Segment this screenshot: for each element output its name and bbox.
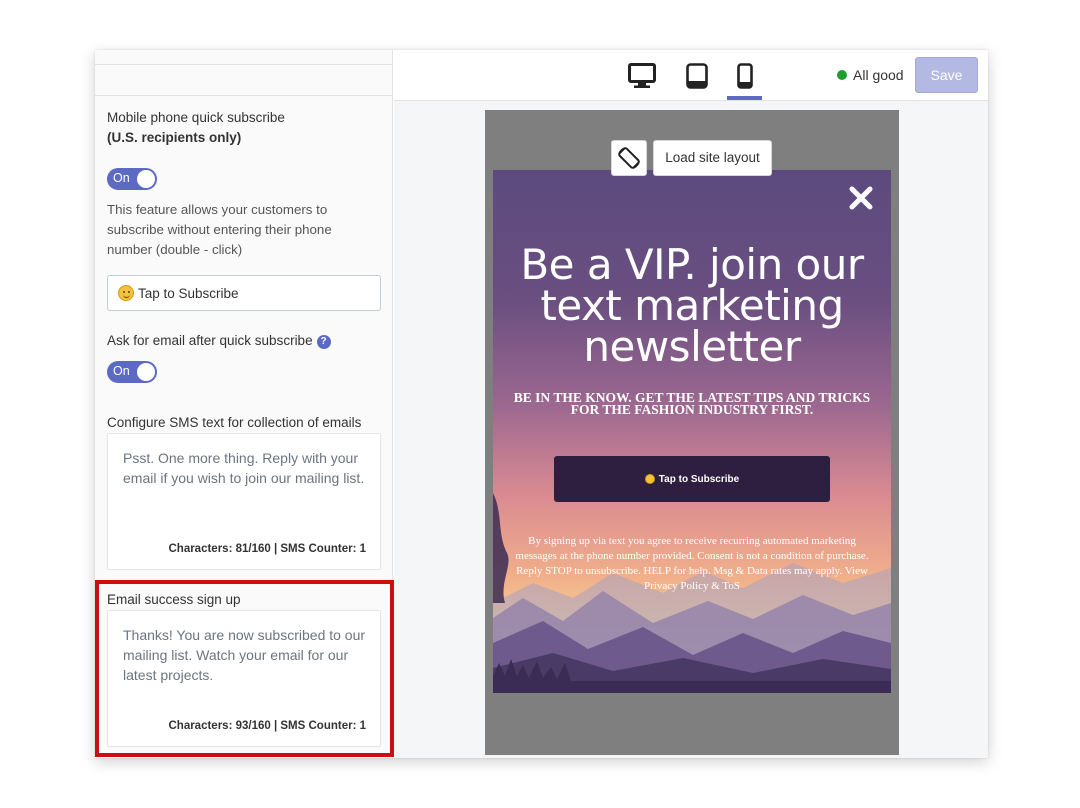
help-icon[interactable]: ? bbox=[316, 335, 331, 349]
load-site-layout-button[interactable]: Load site layout bbox=[653, 140, 772, 176]
cta-label: Tap to Subscribe bbox=[658, 473, 740, 485]
toggle-label: On bbox=[113, 364, 130, 378]
status-dot-icon bbox=[837, 70, 847, 80]
sms-email-counter: Characters: 81/160 | SMS Counter: 1 bbox=[168, 543, 366, 555]
ask-email-label-row: Ask for email after quick subscribe? bbox=[107, 333, 331, 349]
toggle-knob bbox=[137, 363, 155, 381]
button-text-value: Tap to Subscribe bbox=[138, 285, 239, 301]
mobile-view-button[interactable] bbox=[727, 62, 762, 100]
mobile-device-frame: Be a VIP. join our text marketing newsle… bbox=[485, 110, 899, 755]
legal-disclaimer: By signing up via text you agree to rece… bbox=[515, 535, 869, 592]
divider bbox=[95, 95, 393, 96]
popup-preview: Be a VIP. join our text marketing newsle… bbox=[493, 170, 891, 693]
ask-email-toggle[interactable]: On bbox=[107, 361, 157, 383]
rotate-device-button[interactable] bbox=[611, 140, 647, 176]
popup-subheadline: BE IN THE KNOW. GET THE LATEST TIPS AND … bbox=[513, 390, 871, 417]
app-window: Mobile phone quick subscribe (U.S. recip… bbox=[95, 50, 988, 758]
tablet-icon bbox=[686, 63, 708, 89]
sms-email-text: Psst. One more thing. Reply with your em… bbox=[123, 450, 365, 486]
preview-toolbar: All good Save bbox=[394, 50, 988, 101]
quick-subscribe-description: This feature allows your customers to su… bbox=[107, 202, 332, 257]
close-icon[interactable] bbox=[849, 186, 873, 210]
quick-subscribe-subtitle: (U.S. recipients only) bbox=[107, 130, 242, 145]
sms-email-label: Configure SMS text for collection of ema… bbox=[107, 415, 362, 430]
ask-email-label: Ask for email after quick subscribe bbox=[107, 333, 313, 348]
highlight-box bbox=[95, 580, 394, 757]
divider bbox=[95, 64, 393, 65]
quick-subscribe-title: Mobile phone quick subscribe bbox=[107, 110, 285, 125]
settings-sidebar: Mobile phone quick subscribe (U.S. recip… bbox=[95, 50, 394, 758]
smiley-icon bbox=[118, 285, 134, 301]
save-button[interactable]: Save bbox=[915, 57, 978, 93]
mobile-icon bbox=[737, 63, 753, 89]
quick-subscribe-toggle[interactable]: On bbox=[107, 168, 157, 190]
status-text: All good bbox=[853, 67, 904, 83]
preview-area: Be a VIP. join our text marketing newsle… bbox=[394, 101, 988, 758]
rotate-icon bbox=[618, 147, 640, 169]
sms-email-textarea[interactable]: Psst. One more thing. Reply with your em… bbox=[107, 433, 381, 570]
button-text-input[interactable]: Tap to Subscribe bbox=[107, 275, 381, 311]
tap-to-subscribe-button[interactable]: Tap to Subscribe bbox=[554, 456, 830, 502]
desktop-view-button[interactable] bbox=[627, 62, 657, 90]
toggle-knob bbox=[137, 170, 155, 188]
status-indicator: All good bbox=[837, 67, 904, 83]
toggle-label: On bbox=[113, 171, 130, 185]
popup-headline: Be a VIP. join our text marketing newsle… bbox=[520, 240, 864, 371]
smiley-icon bbox=[644, 474, 655, 484]
tablet-view-button[interactable] bbox=[682, 62, 712, 90]
desktop-icon bbox=[628, 63, 656, 88]
